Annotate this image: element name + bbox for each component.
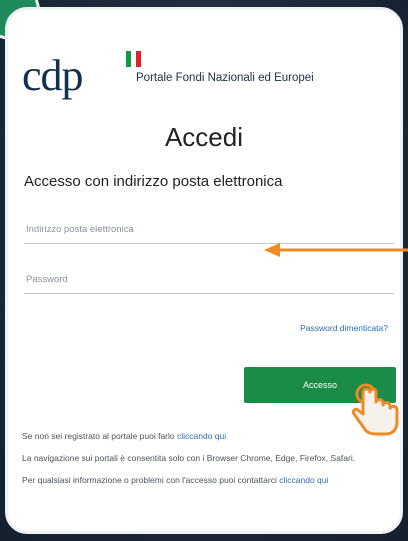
browser-note: La navigazione sui portali è consentita … xyxy=(22,453,356,463)
page-title: Accedi xyxy=(164,122,244,152)
password-input[interactable] xyxy=(24,267,398,291)
arrow-left-icon xyxy=(264,243,408,257)
email-input[interactable] xyxy=(24,217,398,241)
help-paragraph: Per qualsiasi informazione o problemi co… xyxy=(22,474,392,487)
footer-info: Se non sei registrato al portale puoi fa… xyxy=(22,430,392,496)
register-link[interactable]: cliccando qui xyxy=(177,431,226,441)
page-subtitle: Accesso con indirizzo posta elettronica xyxy=(24,173,283,190)
login-card: cdp Portale Fondi Nazionali ed Europei A… xyxy=(5,7,403,534)
forgot-password-link[interactable]: Password dimenticata? xyxy=(300,323,388,333)
email-field xyxy=(24,217,398,244)
register-paragraph: Se non sei registrato al portale puoi fa… xyxy=(22,430,392,443)
help-link[interactable]: cliccando qui xyxy=(279,475,328,485)
hand-pointer-icon xyxy=(351,383,399,436)
help-text: Per qualsiasi informazione o problemi co… xyxy=(22,475,280,485)
password-field xyxy=(24,267,398,294)
logo-text: cdp xyxy=(22,51,84,100)
register-text: Se non sei registrato al portale puoi fa… xyxy=(22,431,177,441)
italian-flag-icon xyxy=(126,51,142,67)
portal-title: Portale Fondi Nazionali ed Europei xyxy=(136,72,314,84)
